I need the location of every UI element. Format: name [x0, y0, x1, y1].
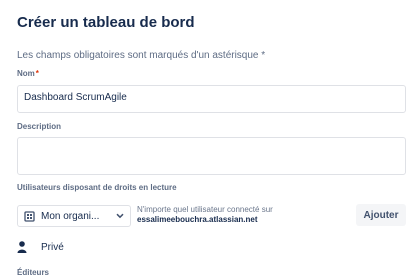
add-viewer-button[interactable]: Ajouter [356, 204, 406, 226]
description-field-label: Description [17, 122, 62, 131]
description-textarea[interactable] [17, 137, 406, 175]
private-option: Privé [17, 241, 64, 253]
page-title: Créer un tableau de bord [17, 14, 195, 31]
name-input[interactable]: Dashboard ScrumAgile [17, 85, 406, 113]
person-icon [17, 241, 27, 253]
editors-field-label: Éditeurs [17, 268, 50, 277]
viewers-note-line: N'importe quel utilisateur connecté sur [137, 205, 273, 214]
chevron-down-icon [116, 213, 124, 219]
viewers-scope-note: N'importe quel utilisateur connecté sur … [137, 205, 273, 225]
private-label: Privé [41, 241, 64, 253]
organization-icon [24, 210, 35, 222]
name-field-label: Nom* [17, 69, 39, 78]
viewers-select[interactable]: Mon organi... [17, 205, 131, 227]
description-value [18, 138, 405, 144]
viewers-field-label: Utilisateurs disposant de droits en lect… [17, 183, 177, 192]
site-domain: essalimeebouchra.atlassian.net [137, 215, 258, 224]
name-label-text: Nom [17, 69, 35, 78]
viewers-select-value: Mon organi... [41, 210, 100, 222]
required-fields-hint: Les champs obligatoires sont marqués d'u… [17, 50, 266, 61]
required-asterisk: * [35, 69, 39, 78]
name-input-value: Dashboard ScrumAgile [24, 92, 127, 103]
